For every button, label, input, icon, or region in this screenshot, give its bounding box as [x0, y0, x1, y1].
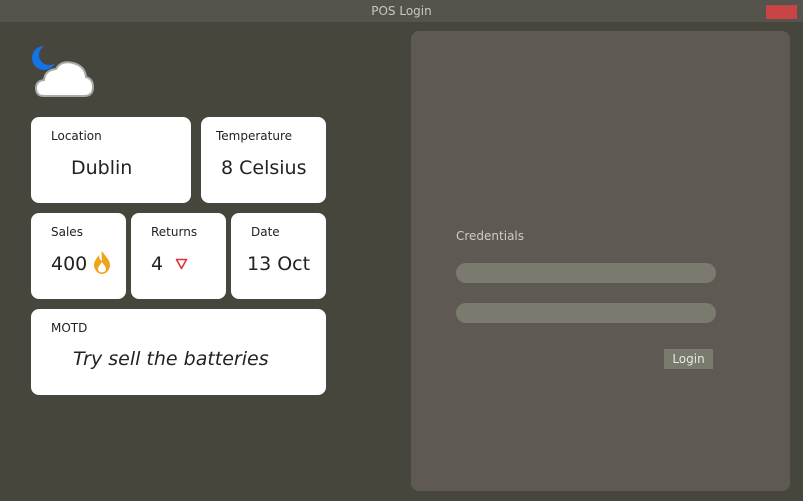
password-field[interactable] [456, 303, 716, 323]
date-label: Date [251, 225, 280, 239]
motd-card: MOTD Try sell the batteries [31, 309, 326, 395]
pos-login-window: POS Login Location Dublin Temperature 8 … [0, 0, 803, 501]
sales-value: 400 [51, 253, 88, 275]
location-card: Location Dublin [31, 117, 191, 203]
night-cloudy-icon [32, 45, 95, 97]
date-value: 13 Oct [247, 253, 311, 275]
temperature-card: Temperature 8 Celsius [201, 117, 326, 203]
sales-label: Sales [51, 225, 83, 239]
sales-card: Sales 400 [31, 213, 126, 299]
credentials-label: Credentials [456, 229, 525, 243]
username-field[interactable] [456, 263, 716, 283]
returns-card: Returns 4 [131, 213, 226, 299]
returns-label: Returns [151, 225, 198, 239]
temperature-label: Temperature [216, 129, 293, 143]
login-button[interactable]: Login [664, 349, 713, 369]
location-label: Location [51, 129, 102, 143]
location-value: Dublin [71, 157, 133, 179]
login-panel: Credentials Login [411, 31, 790, 491]
title-bar: POS Login [0, 0, 803, 22]
motd-label: MOTD [51, 321, 88, 335]
returns-value: 4 [151, 253, 164, 275]
flame-icon [94, 251, 110, 274]
motd-value: Try sell the batteries [73, 348, 269, 370]
triangle-down-icon [175, 258, 188, 270]
temperature-value: 8 Celsius [221, 157, 307, 179]
close-button[interactable] [766, 5, 797, 19]
date-card: Date 13 Oct [231, 213, 326, 299]
window-title: POS Login [371, 4, 432, 18]
